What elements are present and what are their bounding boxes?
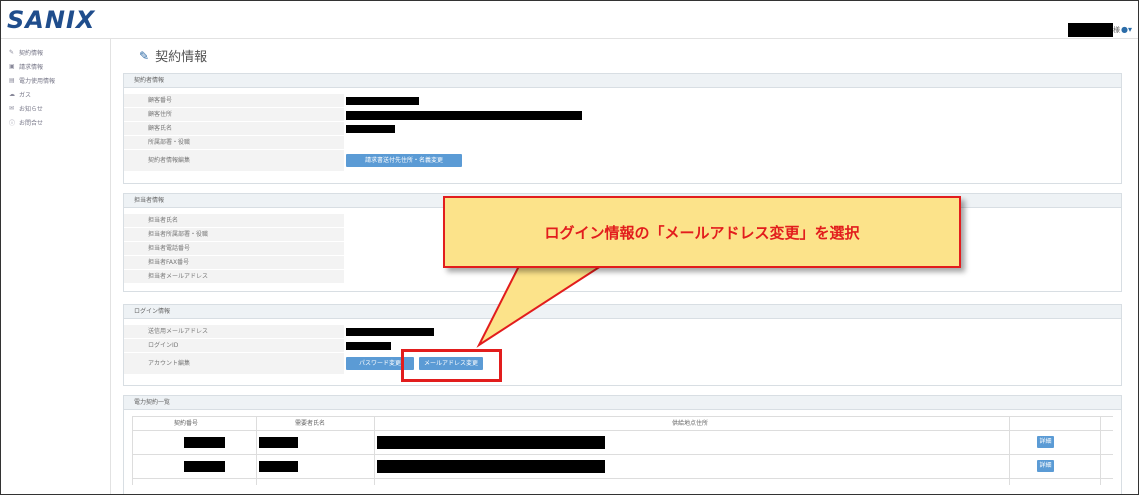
column-header: 需要者氏名 bbox=[295, 420, 326, 427]
edit-icon: ✎ bbox=[139, 48, 150, 63]
redacted-value bbox=[377, 460, 605, 473]
redacted-value bbox=[346, 97, 419, 105]
sidebar-item-label: お問合せ bbox=[19, 119, 44, 127]
contracts-panel: 電力契約一覧 契約番号 需要者氏名 供給地点住所 詳細 詳細 bbox=[123, 395, 1122, 494]
contractor-panel: 契約者情報 顧客番号 顧客住所 顧客氏名 所属部署・役職 契約者情報編集 請求書… bbox=[123, 73, 1122, 184]
sidebar-item-notices[interactable]: ✉ お知らせ bbox=[9, 101, 110, 115]
question-icon: ⓘ bbox=[9, 119, 16, 127]
login-panel: ログイン情報 送信用メールアドレス ログインID アカウント編集 パスワード変更… bbox=[123, 304, 1122, 386]
top-bar: SANIX 様 ●▾ bbox=[1, 1, 1138, 39]
field-label: 担当者FAX番号 bbox=[124, 256, 344, 270]
field-label: アカウント編集 bbox=[124, 353, 344, 375]
callout-text: ログイン情報の「メールアドレス変更」を選択 bbox=[544, 223, 860, 242]
sidebar-item-label: 契約情報 bbox=[19, 49, 44, 57]
sidebar-item-gas[interactable]: ☁ ガス bbox=[9, 87, 110, 101]
field-label: 契約者情報編集 bbox=[124, 150, 344, 172]
account-edit-row: アカウント編集 パスワード変更 メールアドレス変更 bbox=[124, 353, 1121, 375]
sidebar-item-power-usage[interactable]: ▤ 電力使用情報 bbox=[9, 73, 110, 87]
redacted-value bbox=[259, 461, 298, 472]
department-row: 所属部署・役職 bbox=[124, 136, 1121, 150]
login-id-row: ログインID bbox=[124, 339, 1121, 353]
redacted-value bbox=[346, 342, 391, 350]
field-label: 所属部署・役職 bbox=[124, 136, 344, 150]
field-label: 顧客住所 bbox=[124, 108, 344, 122]
redacted-value bbox=[346, 328, 434, 336]
building-icon: ▣ bbox=[9, 62, 15, 70]
edit-icon: ✎ bbox=[9, 48, 15, 56]
sidebar-item-contract[interactable]: ✎ 契約情報 bbox=[9, 45, 110, 59]
sidebar: ✎ 契約情報 ▣ 請求情報 ▤ 電力使用情報 ☁ ガス ✉ お知らせ ⓘ お問合… bbox=[1, 39, 111, 494]
column-header: 契約番号 bbox=[174, 420, 199, 427]
field-label: ログインID bbox=[124, 339, 344, 353]
sidebar-item-inquiry[interactable]: ⓘ お問合せ bbox=[9, 115, 110, 129]
sidebar-item-billing[interactable]: ▣ 請求情報 bbox=[9, 59, 110, 73]
table-row: 詳細 bbox=[132, 431, 1113, 455]
mail-icon: ✉ bbox=[9, 104, 15, 112]
redacted-value bbox=[184, 461, 225, 472]
detail-button[interactable]: 詳細 bbox=[1037, 460, 1054, 472]
field-label: 送信用メールアドレス bbox=[124, 325, 344, 339]
contact-email-row: 担当者メールアドレス bbox=[124, 270, 1121, 284]
customer-address-row: 顧客住所 bbox=[124, 108, 1121, 122]
field-label: 顧客氏名 bbox=[124, 122, 344, 136]
customer-number-row: 顧客番号 bbox=[124, 94, 1121, 108]
field-label: 担当者電話番号 bbox=[124, 242, 344, 256]
redacted-value bbox=[346, 125, 395, 133]
change-billing-address-button[interactable]: 請求書送付先住所・名義変更 bbox=[346, 154, 462, 167]
callout-box: ログイン情報の「メールアドレス変更」を選択 bbox=[443, 196, 961, 268]
user-suffix: 様 bbox=[1113, 26, 1120, 34]
cloud-icon: ☁ bbox=[9, 90, 15, 98]
logo[interactable]: SANIX bbox=[7, 6, 95, 34]
panel-heading: ログイン情報 bbox=[124, 305, 1121, 319]
panel-heading: 契約者情報 bbox=[124, 74, 1121, 88]
page-title: ✎ 契約情報 bbox=[139, 46, 208, 66]
table-row: 詳細 bbox=[132, 455, 1113, 479]
user-icon[interactable]: ●▾ bbox=[1121, 23, 1132, 37]
field-label: 担当者氏名 bbox=[124, 214, 344, 228]
table-header: 契約番号 需要者氏名 供給地点住所 bbox=[132, 417, 1113, 431]
screenshot-frame: SANIX 様 ●▾ ✎ 契約情報 ▣ 請求情報 ▤ 電力使用情報 ☁ ガス ✉… bbox=[0, 0, 1139, 495]
field-label: 担当者所属部署・役職 bbox=[124, 228, 344, 242]
detail-button[interactable]: 詳細 bbox=[1037, 436, 1054, 448]
send-email-row: 送信用メールアドレス bbox=[124, 325, 1121, 339]
redacted-value bbox=[184, 437, 225, 448]
redacted-value bbox=[259, 437, 298, 448]
field-label: 顧客番号 bbox=[124, 94, 344, 108]
email-button-highlight bbox=[401, 349, 502, 382]
page-title-text: 契約情報 bbox=[155, 50, 208, 65]
sidebar-item-label: 電力使用情報 bbox=[19, 77, 56, 85]
panel-heading: 電力契約一覧 bbox=[124, 396, 1121, 410]
customer-name-row: 顧客氏名 bbox=[124, 122, 1121, 136]
sidebar-item-label: ガス bbox=[19, 91, 32, 99]
column-header: 供給地点住所 bbox=[672, 420, 709, 427]
sidebar-item-label: お知らせ bbox=[19, 105, 43, 113]
redacted-user-name bbox=[1068, 23, 1113, 37]
redacted-value bbox=[346, 111, 582, 120]
field-label: 担当者メールアドレス bbox=[124, 270, 344, 284]
sidebar-item-label: 請求情報 bbox=[19, 63, 44, 71]
redacted-value bbox=[377, 436, 605, 449]
chart-icon: ▤ bbox=[9, 76, 15, 84]
contractor-edit-row: 契約者情報編集 請求書送付先住所・名義変更 bbox=[124, 150, 1121, 172]
